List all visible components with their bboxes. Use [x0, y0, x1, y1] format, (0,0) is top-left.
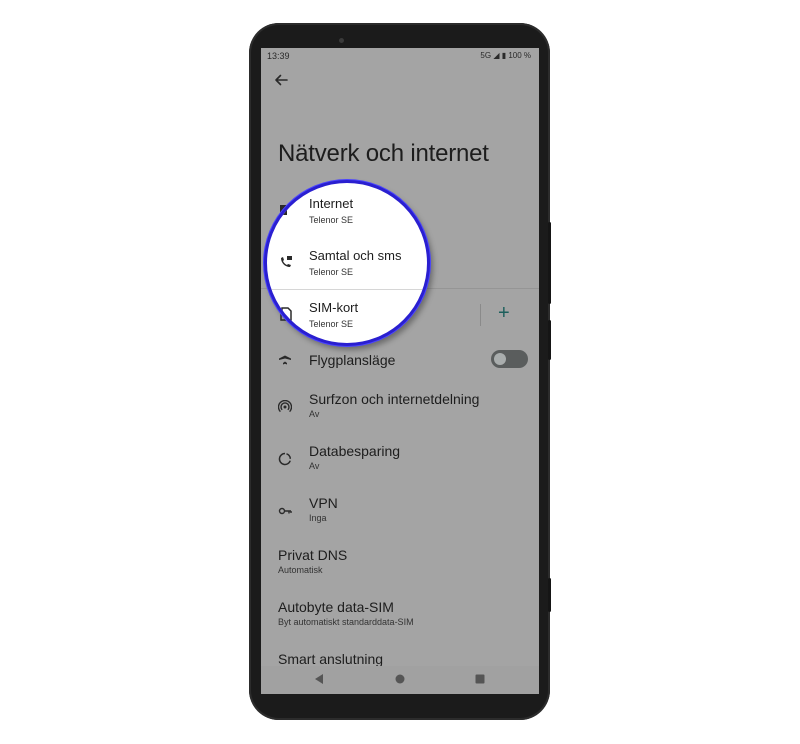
- list-item-title: Databesparing: [309, 443, 401, 459]
- vpn-key-icon: [278, 504, 292, 518]
- sim-divider: [480, 304, 481, 326]
- status-bar: 13:39 5G ◢ ▮ 100 %: [261, 48, 539, 66]
- toggle-knob: [494, 353, 506, 365]
- screen: 13:39 5G ◢ ▮ 100 % Nätverk och internet …: [261, 48, 539, 694]
- magnified-item-title: SIM-kort: [309, 300, 359, 315]
- magnifier-divider: [267, 289, 427, 290]
- magnifier-callout: Internet Telenor SE Samtal och sms Telen…: [264, 180, 430, 346]
- airplane-mode-toggle[interactable]: [491, 350, 528, 368]
- list-item-title: VPN: [309, 495, 338, 511]
- volume-button: [548, 222, 551, 304]
- list-item-vpn[interactable]: VPN Inga: [261, 492, 539, 536]
- nav-home-icon[interactable]: [394, 673, 406, 685]
- add-sim-button[interactable]: +: [498, 302, 510, 325]
- list-item-subtitle: Automatisk: [278, 565, 323, 575]
- list-item-subtitle: Av: [309, 461, 320, 471]
- list-item-title: Autobyte data-SIM: [278, 599, 394, 615]
- list-item-hotspot[interactable]: Surfzon och internetdelning Av: [261, 388, 539, 432]
- phone-sms-icon: [279, 255, 293, 269]
- list-item-subtitle: Inga: [309, 513, 327, 523]
- list-item-title: Smart anslutning: [278, 651, 384, 667]
- list-item-private-dns[interactable]: Privat DNS Automatisk: [261, 544, 539, 588]
- list-item-title: Flygplansläge: [309, 352, 396, 368]
- magnified-item-subtitle: Telenor SE: [309, 319, 354, 329]
- magnified-item-calls-sms[interactable]: Samtal och sms Telenor SE: [267, 243, 427, 287]
- magnified-item-subtitle: Telenor SE: [309, 267, 354, 277]
- magnified-item-title: Samtal och sms: [309, 248, 402, 263]
- back-arrow-icon[interactable]: [273, 72, 289, 88]
- power-button: [548, 320, 551, 360]
- status-time: 13:39: [267, 51, 290, 61]
- square-icon: [279, 203, 295, 217]
- list-item-auto-data-sim[interactable]: Autobyte data-SIM Byt automatiskt standa…: [261, 596, 539, 640]
- front-camera: [339, 38, 344, 43]
- list-item-subtitle: Av: [309, 409, 320, 419]
- list-item-title: Surfzon och internetdelning: [309, 391, 480, 407]
- data-saver-icon: [278, 452, 292, 466]
- magnified-item-subtitle: Telenor SE: [309, 215, 354, 225]
- list-item-title: Privat DNS: [278, 547, 348, 563]
- hotspot-icon: [277, 399, 293, 414]
- navigation-bar: [261, 666, 539, 694]
- magnified-item-sim[interactable]: SIM-kort Telenor SE: [267, 295, 427, 339]
- sim-card-icon: [279, 307, 293, 321]
- list-item-subtitle: Byt automatiskt standarddata-SIM: [278, 617, 414, 627]
- page-title: Nätverk och internet: [278, 140, 489, 167]
- magnified-item-title: Internet: [309, 196, 354, 211]
- magnified-item-internet[interactable]: Internet Telenor SE: [267, 191, 427, 235]
- nav-back-icon[interactable]: [313, 673, 325, 685]
- list-item-smart-connect[interactable]: Smart anslutning: [261, 648, 539, 668]
- status-indicators: 5G ◢ ▮ 100 %: [480, 51, 531, 60]
- list-item-data-saver[interactable]: Databesparing Av: [261, 440, 539, 484]
- nav-recents-icon[interactable]: [474, 673, 486, 685]
- airplane-icon: [278, 351, 292, 365]
- shutter-button: [548, 578, 551, 612]
